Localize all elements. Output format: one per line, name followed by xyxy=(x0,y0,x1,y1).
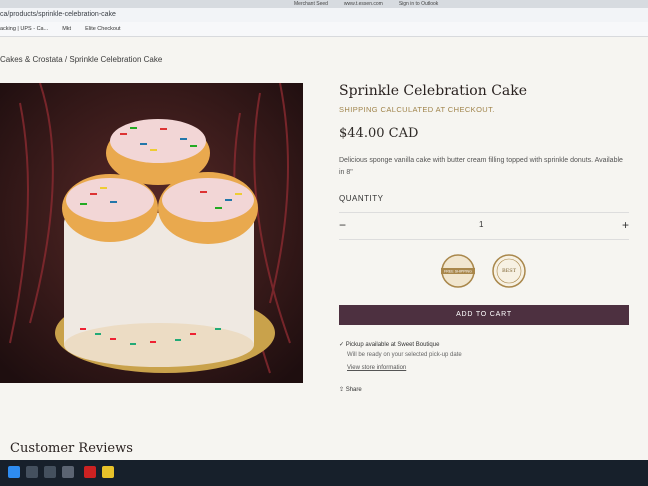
product-title: Sprinkle Celebration Cake xyxy=(339,83,528,99)
best-quality-badge: BEST xyxy=(492,254,526,288)
share-label: Share xyxy=(345,387,362,393)
windows-start-icon[interactable] xyxy=(8,466,20,478)
tab-1[interactable] xyxy=(0,0,12,8)
calculator-icon[interactable] xyxy=(62,466,74,478)
address-bar[interactable]: ca/products/sprinkle-celebration-cake xyxy=(0,8,648,22)
increase-quantity-button[interactable]: + xyxy=(622,218,629,232)
tab-4[interactable]: Merchant Seed xyxy=(288,0,334,8)
search-icon[interactable] xyxy=(26,466,38,478)
customer-reviews-heading: Customer Reviews xyxy=(10,441,133,456)
decrease-quantity-button[interactable]: − xyxy=(339,218,346,232)
view-store-information-link[interactable]: View store information xyxy=(347,365,406,371)
browser-tab-strip: Merchant Seed www.t.essen.com Sign in to… xyxy=(0,0,648,8)
task-view-icon[interactable] xyxy=(44,466,56,478)
bookmarks-bar: acking | UPS - Ca... Mkt Elite Checkout xyxy=(0,22,648,37)
quantity-stepper: − 1 + xyxy=(339,212,629,240)
tab-6[interactable]: Sign in to Outlook xyxy=(393,0,444,8)
os-taskbar xyxy=(0,460,648,486)
best-text: BEST xyxy=(502,268,517,274)
quantity-label: QUANTITY xyxy=(339,194,384,203)
tab-3[interactable] xyxy=(32,0,44,8)
free-shipping-text: FREE SHIPPING xyxy=(444,270,472,274)
product-description: Delicious sponge vanilla cake with butte… xyxy=(339,157,623,176)
tab-2[interactable] xyxy=(16,0,28,8)
shipping-note: SHIPPING CALCULATED AT CHECKOUT. xyxy=(339,105,495,114)
free-shipping-badge: FREE SHIPPING xyxy=(441,254,475,288)
cake-illustration xyxy=(0,83,303,383)
product-image[interactable] xyxy=(0,83,303,383)
product-price: $44.00 CAD xyxy=(339,126,419,141)
url-text[interactable]: ca/products/sprinkle-celebration-cake xyxy=(0,8,116,22)
share-icon: ⇪ xyxy=(339,387,346,393)
pickup-ready-note: Will be ready on your selected pick-up d… xyxy=(347,352,462,358)
pickup-availability: ✓ Pickup available at Sweet Boutique xyxy=(339,342,440,348)
app-red-icon[interactable] xyxy=(84,466,96,478)
bookmark-ups[interactable]: acking | UPS - Ca... xyxy=(0,22,48,36)
tab-5[interactable]: www.t.essen.com xyxy=(338,0,389,8)
product-page: Cakes & Crostata / Sprinkle Celebration … xyxy=(0,37,648,460)
app-yellow-icon[interactable] xyxy=(102,466,114,478)
bookmark-mkt[interactable]: Mkt xyxy=(62,22,71,36)
add-to-cart-button[interactable]: ADD TO CART xyxy=(339,305,629,325)
tab-list: Merchant Seed www.t.essen.com Sign in to… xyxy=(0,0,648,8)
share-button[interactable]: ⇪ Share xyxy=(339,386,362,393)
breadcrumb[interactable]: Cakes & Crostata / Sprinkle Celebration … xyxy=(0,55,162,64)
bookmark-elite-checkout[interactable]: Elite Checkout xyxy=(85,22,120,36)
quantity-input[interactable]: 1 xyxy=(479,220,483,229)
